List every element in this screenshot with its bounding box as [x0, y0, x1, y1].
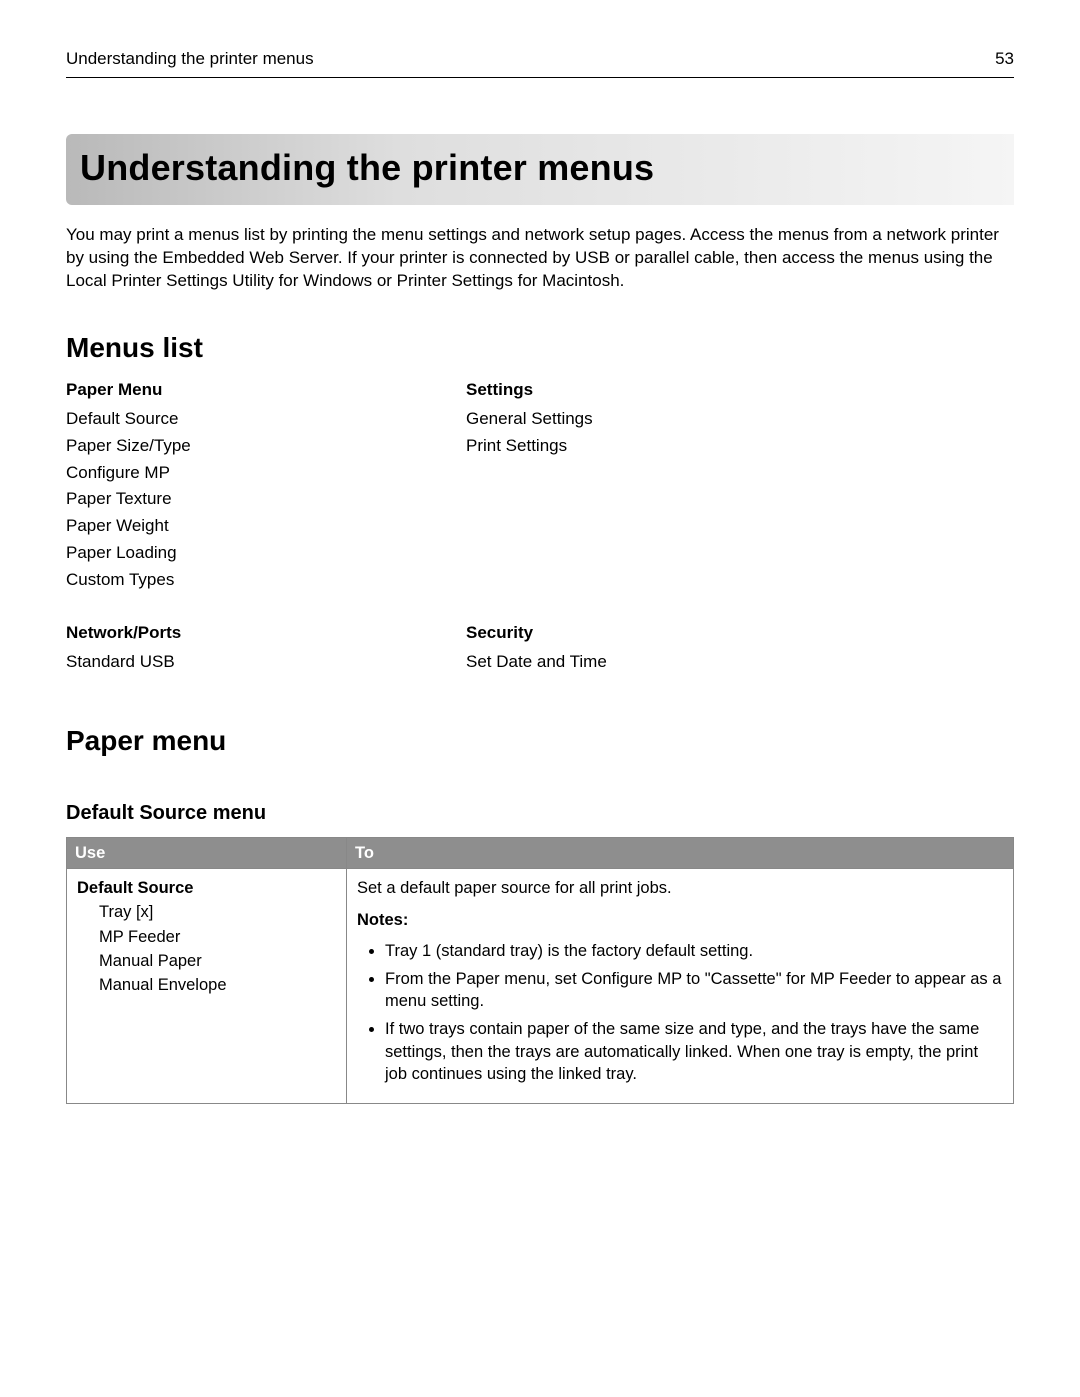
th-to: To [347, 837, 1014, 868]
option-title: Default Source [77, 877, 336, 899]
table-header-row: Use To [67, 837, 1014, 868]
list-item: If two trays contain paper of the same s… [385, 1018, 1003, 1085]
list-item: MP Feeder [99, 926, 336, 948]
network-ports-heading: Network/Ports [66, 622, 466, 645]
security-items: Set Date and Time [466, 651, 1014, 674]
list-item: Set Date and Time [466, 651, 1014, 674]
list-item: Manual Paper [99, 950, 336, 972]
to-cell: Set a default paper source for all print… [347, 869, 1014, 1104]
menus-list-row-1: Paper Menu Default Source Paper Size/Typ… [66, 379, 1014, 597]
paper-menu-heading: Paper menu [66, 722, 1014, 760]
list-item: Paper Loading [66, 542, 466, 565]
list-item: From the Paper menu, set Configure MP to… [385, 968, 1003, 1013]
security-column: Security Set Date and Time [466, 622, 1014, 678]
menus-list-heading: Menus list [66, 329, 1014, 367]
list-item: Tray [x] [99, 901, 336, 923]
network-ports-column: Network/Ports Standard USB [66, 622, 466, 678]
running-header-title: Understanding the printer menus [66, 48, 314, 71]
list-item: Configure MP [66, 462, 466, 485]
default-source-heading: Default Source menu [66, 800, 1014, 827]
table-row: Default Source Tray [x] MP Feeder Manual… [67, 869, 1014, 1104]
list-item: Tray 1 (standard tray) is the factory de… [385, 940, 1003, 962]
settings-column: Settings General Settings Print Settings [466, 379, 1014, 597]
paper-menu-section: Paper menu Default Source menu Use To De… [66, 722, 1014, 1104]
list-item: Paper Size/Type [66, 435, 466, 458]
list-item: Standard USB [66, 651, 466, 674]
intro-text: You may print a menus list by printing t… [66, 223, 1014, 293]
page-title: Understanding the printer menus [66, 134, 1014, 205]
list-item: Default Source [66, 408, 466, 431]
paper-menu-column: Paper Menu Default Source Paper Size/Typ… [66, 379, 466, 597]
list-item: Paper Texture [66, 488, 466, 511]
page-number: 53 [995, 48, 1014, 71]
paper-menu-items: Default Source Paper Size/Type Configure… [66, 408, 466, 593]
list-item: Manual Envelope [99, 974, 336, 996]
settings-items: General Settings Print Settings [466, 408, 1014, 458]
document-page: Understanding the printer menus 53 Under… [0, 0, 1080, 1104]
option-list: Tray [x] MP Feeder Manual Paper Manual E… [99, 901, 336, 996]
use-cell: Default Source Tray [x] MP Feeder Manual… [67, 869, 347, 1104]
description-text: Set a default paper source for all print… [357, 877, 1003, 899]
menus-list-row-2: Network/Ports Standard USB Security Set … [66, 622, 1014, 678]
list-item: Print Settings [466, 435, 1014, 458]
notes-list: Tray 1 (standard tray) is the factory de… [357, 940, 1003, 1086]
th-use: Use [67, 837, 347, 868]
settings-heading: Settings [466, 379, 1014, 402]
list-item: Paper Weight [66, 515, 466, 538]
network-ports-items: Standard USB [66, 651, 466, 674]
notes-label: Notes: [357, 909, 1003, 931]
list-item: General Settings [466, 408, 1014, 431]
default-source-table: Use To Default Source Tray [x] MP Feeder… [66, 837, 1014, 1104]
running-header: Understanding the printer menus 53 [66, 48, 1014, 78]
paper-menu-heading: Paper Menu [66, 379, 466, 402]
list-item: Custom Types [66, 569, 466, 592]
security-heading: Security [466, 622, 1014, 645]
